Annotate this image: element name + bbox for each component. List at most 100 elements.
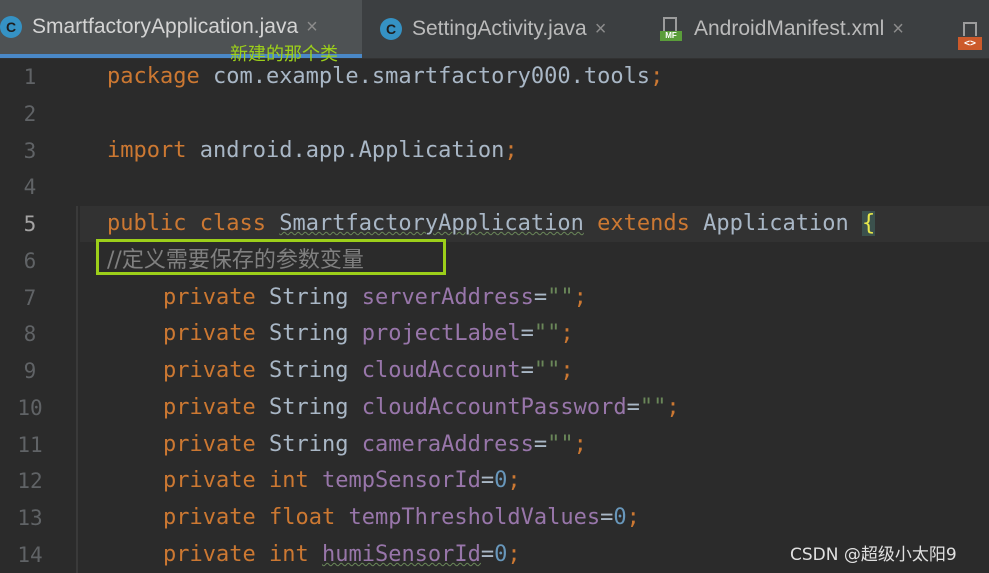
tab-label: AndroidManifest.xml: [694, 17, 885, 40]
semicolon: ;: [650, 64, 664, 89]
modifier: private: [163, 505, 256, 530]
keyword: public: [107, 211, 187, 236]
line-number[interactable]: 13: [0, 500, 60, 536]
equals: =: [533, 285, 548, 310]
field-name: cameraAddress: [361, 432, 534, 457]
semicolon: ;: [560, 321, 574, 346]
modifier: private: [163, 468, 256, 493]
code-line-field[interactable]: private String cameraAddress="";: [163, 427, 587, 463]
semicolon: ;: [560, 358, 574, 383]
field-name: projectLabel: [361, 321, 521, 346]
type: int: [268, 468, 309, 493]
semicolon: ;: [504, 138, 518, 163]
value: 0: [494, 542, 508, 567]
equals: =: [626, 395, 640, 420]
tab-android-manifest[interactable]: MF AndroidManifest.xml ×: [660, 0, 940, 58]
line-number[interactable]: 14: [0, 537, 60, 573]
keyword: import: [107, 138, 187, 163]
line-number[interactable]: 8: [0, 316, 60, 352]
java-class-icon: C: [0, 16, 22, 38]
class-name: SmartfactoryApplication: [279, 211, 584, 236]
value: 0: [613, 505, 627, 530]
line-number[interactable]: 7: [0, 280, 60, 316]
brace: {: [862, 211, 876, 236]
field-name: tempThresholdValues: [348, 505, 601, 530]
keyword: package: [107, 64, 200, 89]
editor-tab-bar: C SmartfactoryApplication.java × C Setti…: [0, 0, 989, 59]
code-line-field[interactable]: private int tempSensorId=0;: [163, 463, 521, 499]
type: String: [268, 358, 349, 383]
code-line-field[interactable]: private String cloudAccountPassword="";: [163, 390, 680, 426]
line-number[interactable]: 6: [0, 243, 60, 279]
field-name: tempSensorId: [321, 468, 481, 493]
comment-highlight-box: [96, 239, 446, 275]
code-line-field[interactable]: private int humiSensorId=0;: [163, 537, 521, 573]
code-editor[interactable]: 1 2 3 4 5 6 7 8 9 10 11 12 13 14 package…: [0, 58, 989, 573]
code-line-field[interactable]: private String cloudAccount="";: [163, 353, 574, 389]
keyword: extends: [597, 211, 690, 236]
field-name: humiSensorId: [321, 542, 481, 567]
semicolon: ;: [507, 468, 521, 493]
line-number[interactable]: 10: [0, 390, 60, 426]
type: String: [268, 285, 349, 310]
tab-label: SmartfactoryApplication.java: [32, 15, 299, 38]
field-name: cloudAccount: [361, 358, 521, 383]
package-name: com.example.smartfactory000.tools: [199, 64, 651, 89]
java-class-icon: C: [380, 18, 402, 40]
equals: =: [520, 358, 534, 383]
value: "": [533, 358, 561, 383]
type: float: [268, 505, 336, 530]
line-number[interactable]: 9: [0, 353, 60, 389]
line-number[interactable]: 1: [0, 59, 60, 95]
code-line-package[interactable]: package com.example.smartfactory000.tool…: [107, 59, 663, 95]
annotation-label: 新建的那个类: [230, 44, 338, 65]
code-line-import[interactable]: import android.app.Application;: [107, 133, 518, 169]
semicolon: ;: [666, 395, 680, 420]
value: "": [639, 395, 667, 420]
line-number[interactable]: 4: [0, 169, 60, 205]
line-number[interactable]: 3: [0, 133, 60, 169]
equals: =: [520, 321, 534, 346]
fold-guide: [76, 206, 78, 573]
type: String: [268, 321, 349, 346]
equals: =: [600, 505, 614, 530]
modifier: private: [163, 285, 256, 310]
equals: =: [533, 432, 548, 457]
xml-file-icon[interactable]: <>: [958, 22, 982, 50]
modifier: private: [163, 395, 256, 420]
close-icon[interactable]: ×: [306, 16, 318, 39]
tab-setting-activity[interactable]: C SettingActivity.java ×: [380, 0, 640, 58]
code-line-field[interactable]: private String projectLabel="";: [163, 316, 574, 352]
close-icon[interactable]: ×: [892, 18, 904, 41]
watermark: CSDN @超级小太阳9: [790, 545, 957, 565]
semicolon: ;: [626, 505, 640, 530]
code-line-field[interactable]: private float tempThresholdValues=0;: [163, 500, 640, 536]
keyword: class: [199, 211, 266, 236]
line-number[interactable]: 5: [0, 206, 60, 242]
semicolon: ;: [573, 285, 587, 310]
parent-class: Application: [703, 211, 849, 236]
value: "": [533, 321, 561, 346]
value: "": [547, 285, 574, 310]
close-icon[interactable]: ×: [595, 18, 607, 41]
line-number[interactable]: 12: [0, 463, 60, 499]
semicolon: ;: [573, 432, 587, 457]
value: 0: [494, 468, 508, 493]
line-number[interactable]: 2: [0, 96, 60, 132]
modifier: private: [163, 432, 256, 457]
field-name: cloudAccountPassword: [361, 395, 627, 420]
code-line-class-declaration[interactable]: public class SmartfactoryApplication ext…: [107, 206, 876, 242]
code-line-field[interactable]: private String serverAddress="";: [163, 280, 587, 316]
equals: =: [480, 542, 495, 567]
field-name: serverAddress: [361, 285, 534, 310]
modifier: private: [163, 542, 256, 567]
manifest-icon: MF: [660, 17, 682, 41]
type: int: [268, 542, 309, 567]
semicolon: ;: [507, 542, 521, 567]
value: "": [547, 432, 574, 457]
modifier: private: [163, 321, 256, 346]
equals: =: [480, 468, 495, 493]
line-number[interactable]: 11: [0, 427, 60, 463]
type: String: [268, 432, 349, 457]
import-path: android.app.Application: [186, 138, 505, 163]
